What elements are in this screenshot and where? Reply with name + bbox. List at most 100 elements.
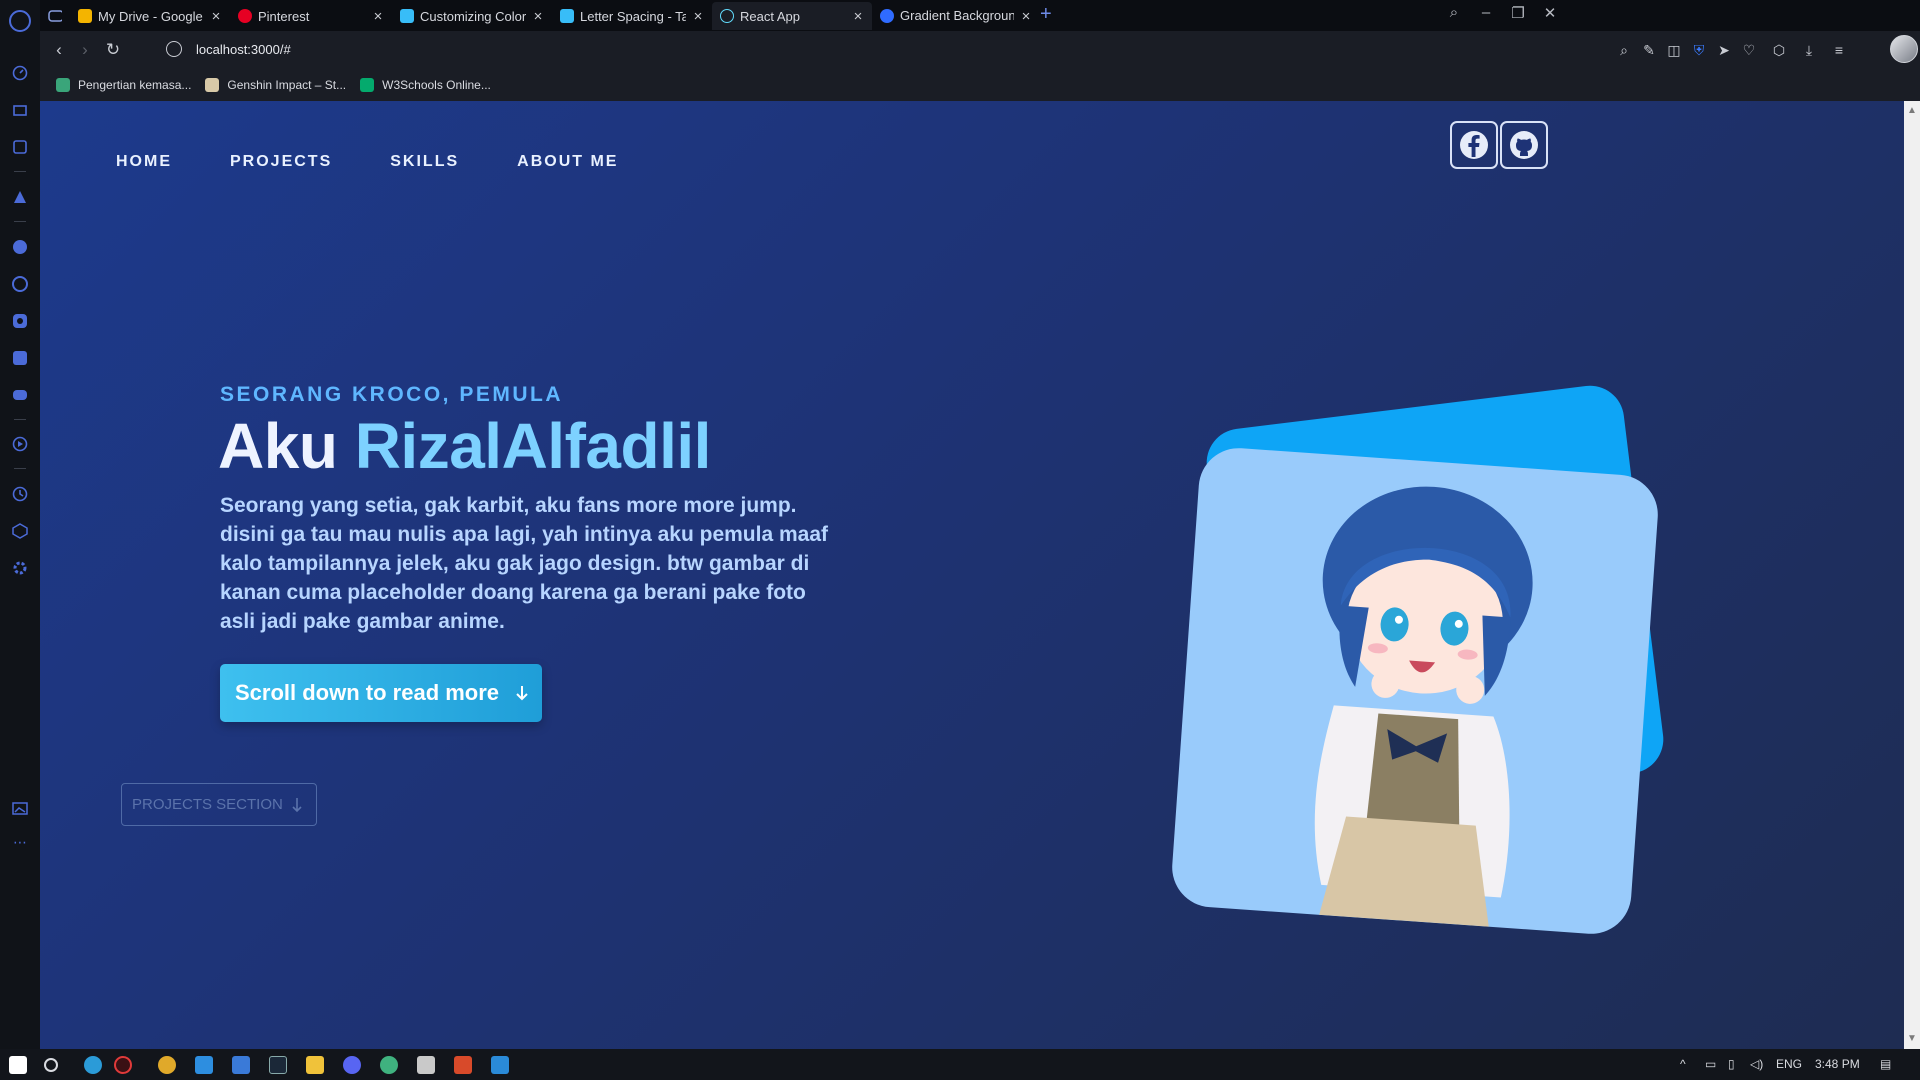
more-dots-icon[interactable]: ⋯ xyxy=(11,833,29,851)
file-explorer-icon[interactable] xyxy=(306,1056,324,1074)
flow-icon[interactable] xyxy=(11,138,29,156)
tab-react-app[interactable]: React App × xyxy=(712,2,872,30)
headline-prefix: Aku xyxy=(218,410,355,482)
speed-dial-icon[interactable] xyxy=(11,64,29,82)
edit-icon[interactable]: ✎ xyxy=(1640,41,1658,59)
edge-icon[interactable] xyxy=(84,1056,102,1074)
tab-letter-spacing[interactable]: Letter Spacing - Tailwind C × xyxy=(552,2,712,30)
bookmark-label: Pengertian kemasa... xyxy=(78,78,192,92)
messenger-icon[interactable] xyxy=(11,238,29,256)
google-drive-icon xyxy=(78,9,92,23)
github-icon xyxy=(1510,131,1538,159)
tab-pinterest[interactable]: Pinterest × xyxy=(230,2,392,30)
close-icon[interactable]: × xyxy=(852,8,864,25)
windows-start-icon[interactable] xyxy=(9,1056,27,1074)
tab-gradient-backgrounds[interactable]: Gradient Backgrounds – 🌈 × xyxy=(872,2,1040,30)
camera-snapshot-icon[interactable]: ◫ xyxy=(1665,41,1683,59)
instagram-icon[interactable] xyxy=(11,312,29,330)
store-icon[interactable] xyxy=(232,1056,250,1074)
notifications-icon[interactable]: ▤ xyxy=(1880,1057,1891,1071)
wallpaper-icon[interactable] xyxy=(11,799,29,817)
desktop-screen: ⋯ My Drive - Google Drive × Pinterest × … xyxy=(0,0,1920,1080)
mail-icon[interactable] xyxy=(195,1056,213,1074)
tab-title: Pinterest xyxy=(258,8,310,24)
vpn-shield-icon[interactable]: ⛨ xyxy=(1690,41,1708,59)
site-info-globe-icon[interactable] xyxy=(166,41,182,57)
settings-gear-icon[interactable] xyxy=(11,559,29,577)
tab-title: Customizing Colors - Tailwi xyxy=(420,8,526,24)
url-field[interactable]: localhost:3000/# xyxy=(196,42,291,57)
network-icon[interactable]: ▭ xyxy=(1705,1057,1716,1071)
battery-icon[interactable]: ▯ xyxy=(1728,1057,1735,1071)
bookmarks-bar: Pengertian kemasa... Genshin Impact – St… xyxy=(40,69,1920,101)
reload-icon[interactable]: ↻ xyxy=(102,39,124,61)
close-icon[interactable]: × xyxy=(372,8,384,25)
new-tab-plus-icon[interactable]: + xyxy=(1040,3,1052,26)
github-link[interactable] xyxy=(1500,121,1548,169)
search-icon[interactable]: ⌕ xyxy=(1615,41,1633,59)
tiktok-icon[interactable] xyxy=(11,349,29,367)
projects-section-button[interactable]: PROJECTS SECTION xyxy=(121,783,317,826)
app-green-icon[interactable] xyxy=(380,1056,398,1074)
genshin-icon xyxy=(205,78,220,92)
search-icon[interactable] xyxy=(44,1058,58,1072)
language-indicator[interactable]: ENG xyxy=(1776,1057,1802,1071)
bookmark-item[interactable]: W3Schools Online... xyxy=(360,78,491,92)
scroll-up-icon[interactable]: ▲ xyxy=(1907,105,1917,116)
hero-tagline: SEORANG KROCO, PEMULA xyxy=(220,383,564,406)
app-gray-icon[interactable] xyxy=(417,1056,435,1074)
portfolio-page: HOME PROJECTS SKILLS ABOUT ME SEORANG KR… xyxy=(40,101,1904,1049)
nav-skills[interactable]: SKILLS xyxy=(390,153,459,171)
close-icon[interactable]: × xyxy=(532,8,544,25)
hero-description: Seorang yang setia, gak karbit, aku fans… xyxy=(220,494,828,633)
discord-taskbar-icon[interactable] xyxy=(343,1056,361,1074)
headline-name: RizalAlfadlil xyxy=(354,410,712,482)
extensions-cube-icon[interactable] xyxy=(11,522,29,540)
chrome-icon[interactable] xyxy=(158,1056,176,1074)
heart-icon[interactable]: ♡ xyxy=(1740,41,1758,59)
nav-projects[interactable]: PROJECTS xyxy=(230,153,332,171)
player-icon[interactable] xyxy=(11,435,29,453)
site-nav: HOME PROJECTS SKILLS ABOUT ME xyxy=(116,153,618,171)
download-icon[interactable]: ⤓ xyxy=(1800,41,1818,59)
extensions-icon[interactable]: ⬡ xyxy=(1770,41,1788,59)
scroll-down-icon[interactable]: ▼ xyxy=(1907,1033,1917,1044)
close-icon[interactable]: × xyxy=(210,8,222,25)
tab-my-drive[interactable]: My Drive - Google Drive × xyxy=(70,2,230,30)
nav-about-me[interactable]: ABOUT ME xyxy=(517,153,618,171)
workspace-icon[interactable] xyxy=(11,101,29,119)
menu-icon[interactable]: ≡ xyxy=(1830,41,1848,59)
close-window-icon[interactable]: ✕ xyxy=(1530,4,1570,22)
tab-sync-icon[interactable] xyxy=(40,2,70,30)
vscode-icon[interactable] xyxy=(491,1056,509,1074)
volume-icon[interactable]: ◁) xyxy=(1750,1057,1763,1071)
tailwind-icon xyxy=(400,9,414,23)
close-icon[interactable]: × xyxy=(692,8,704,25)
bookmark-item[interactable]: Genshin Impact – St... xyxy=(205,78,346,92)
aria-icon[interactable] xyxy=(11,188,29,206)
pinterest-icon xyxy=(238,9,252,23)
nav-home[interactable]: HOME xyxy=(116,153,172,171)
discord-icon[interactable] xyxy=(11,386,29,404)
send-icon[interactable]: ➤ xyxy=(1715,41,1733,59)
tab-title: My Drive - Google Drive xyxy=(98,8,204,24)
projects-label: PROJECTS SECTION xyxy=(132,796,283,813)
opera-logo-icon[interactable] xyxy=(9,10,31,32)
bookmark-item[interactable]: Pengertian kemasa... xyxy=(56,78,191,92)
tray-chevron-icon[interactable]: ^ xyxy=(1680,1057,1686,1071)
clock[interactable]: 3:48 PM xyxy=(1815,1057,1860,1071)
close-icon[interactable]: × xyxy=(1020,8,1032,25)
back-arrow-icon[interactable]: ‹ xyxy=(48,39,70,61)
steam-icon[interactable] xyxy=(269,1056,287,1074)
facebook-link[interactable] xyxy=(1450,121,1498,169)
history-icon[interactable] xyxy=(11,485,29,503)
app-red-icon[interactable] xyxy=(454,1056,472,1074)
opera-taskbar-icon[interactable] xyxy=(114,1056,132,1074)
whatsapp-icon[interactable] xyxy=(11,275,29,293)
tab-customizing-colors[interactable]: Customizing Colors - Tailwi × xyxy=(392,2,552,30)
facebook-icon xyxy=(1460,131,1488,159)
page-scrollbar[interactable]: ▲ ▼ xyxy=(1904,101,1920,1049)
profile-avatar[interactable] xyxy=(1890,35,1918,63)
forward-arrow-icon[interactable]: › xyxy=(74,39,96,61)
scroll-down-button[interactable]: Scroll down to read more xyxy=(220,664,542,722)
